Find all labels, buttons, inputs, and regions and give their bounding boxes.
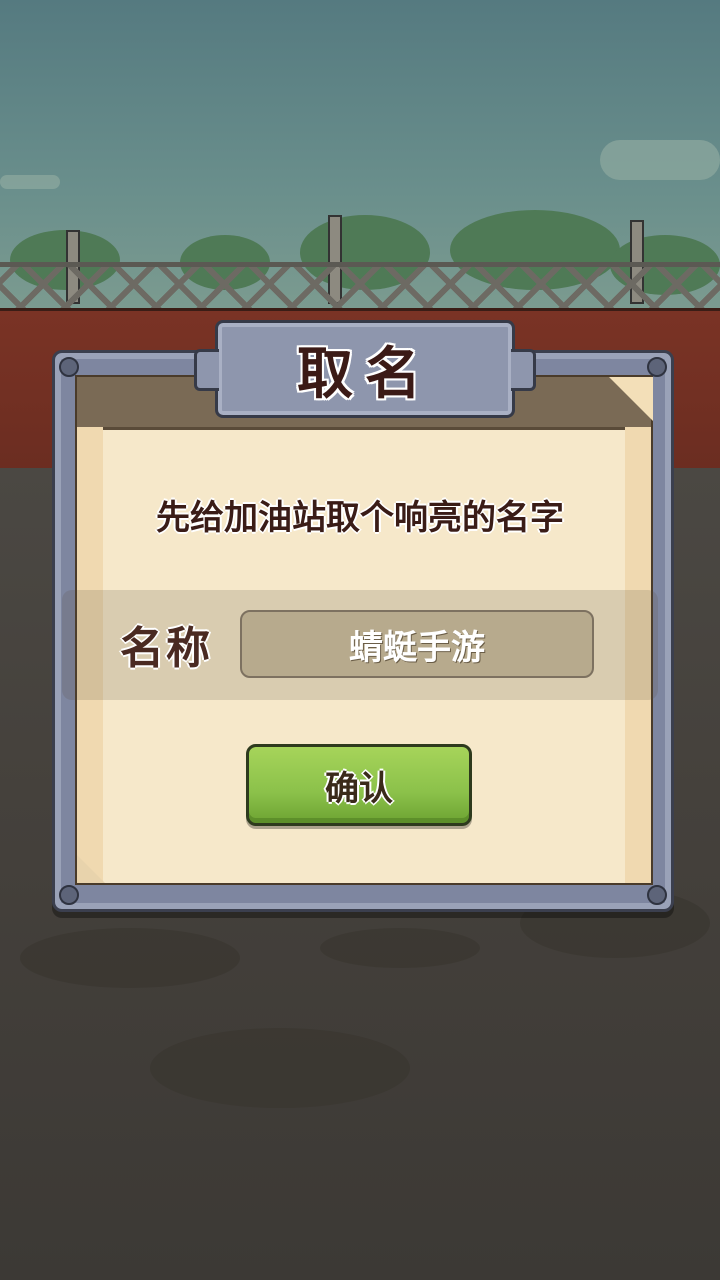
confirm-button[interactable]: 确认	[246, 744, 472, 826]
corner-rivet	[647, 885, 667, 905]
corner-rivet	[59, 357, 79, 377]
naming-prompt: 先给加油站取个响亮的名字	[156, 498, 564, 538]
cloud	[600, 140, 720, 180]
dialog-title: 取名	[297, 341, 433, 407]
dialog-title-plate: 取名	[194, 320, 536, 418]
cloud	[0, 175, 60, 189]
corner-rivet	[59, 885, 79, 905]
name-label: 名称	[120, 623, 212, 674]
corner-rivet	[647, 357, 667, 377]
name-input[interactable]: 蜻蜓手游	[240, 610, 594, 678]
